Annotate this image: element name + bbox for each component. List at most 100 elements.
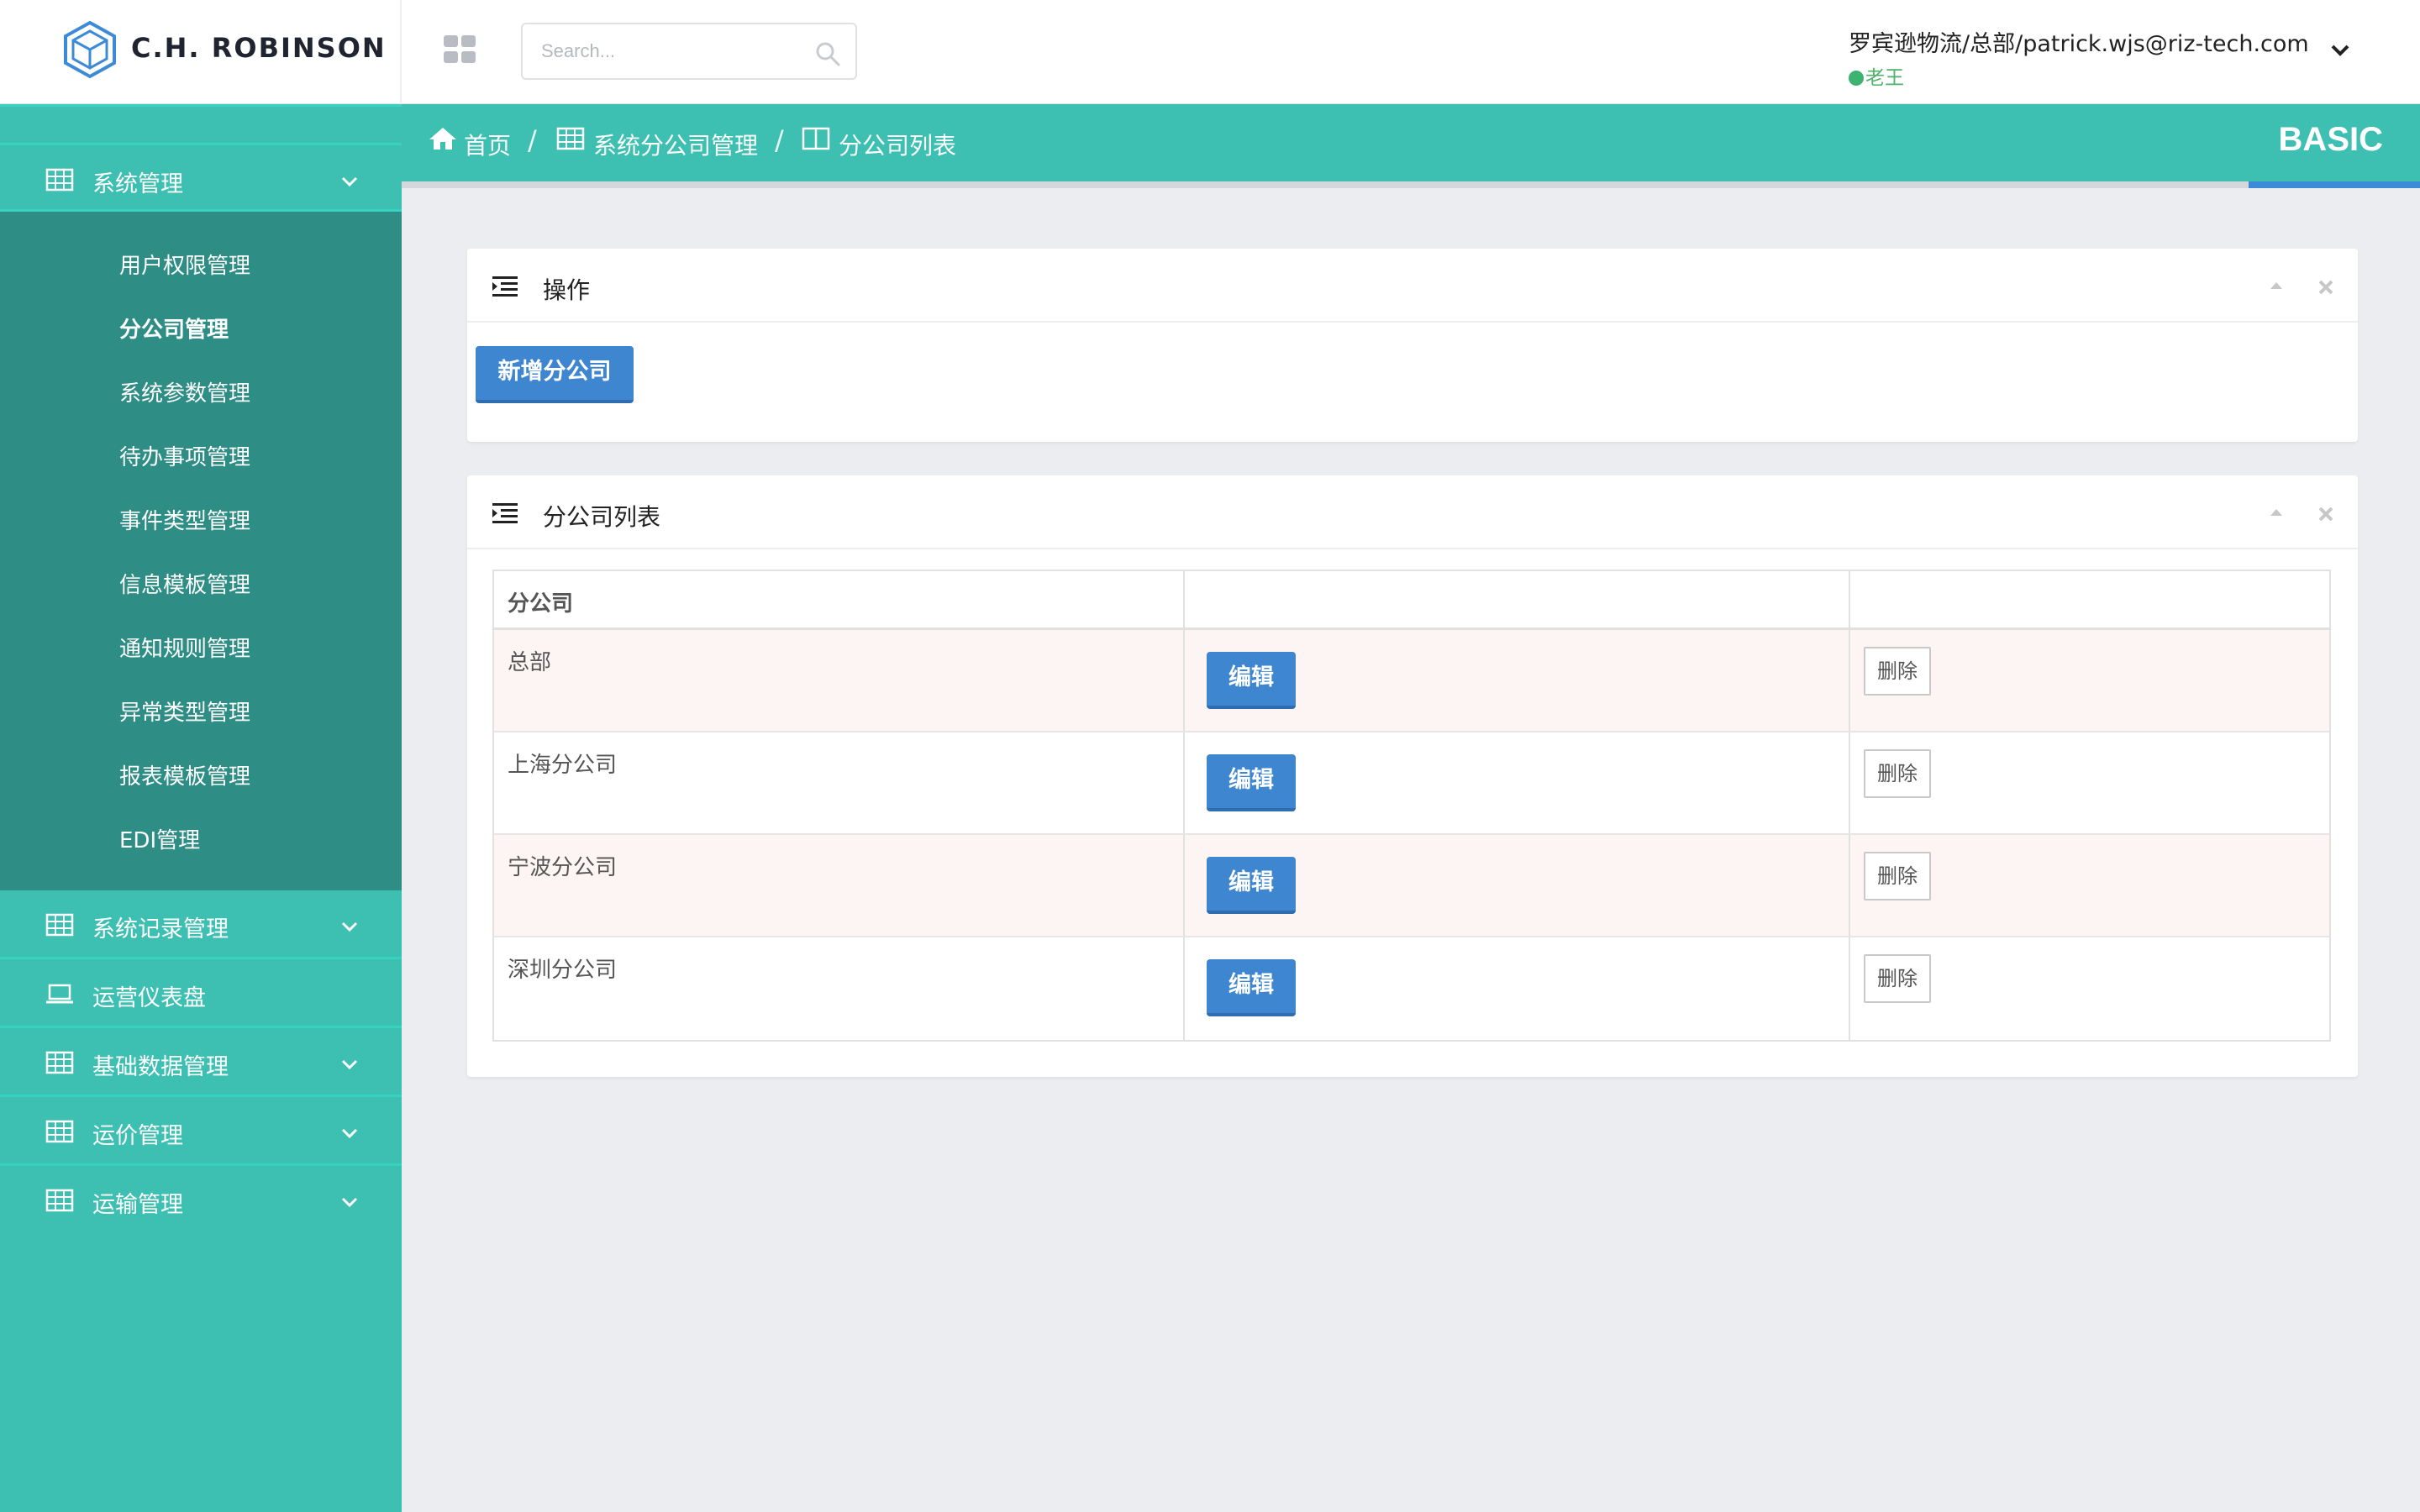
sidebar-group-label: 运输管理	[92, 1192, 183, 1218]
edit-button[interactable]: 编辑	[1207, 754, 1296, 811]
sidebar-group-operations-dashboard[interactable]: 运营仪表盘	[0, 959, 402, 1028]
user-status: 老王	[1849, 61, 2309, 90]
close-icon[interactable]	[2317, 279, 2334, 296]
table-icon	[45, 1120, 74, 1143]
indent-list-icon	[492, 503, 518, 523]
delete-button[interactable]: 删除	[1864, 647, 1931, 696]
sidebar-item-event-types[interactable]: 事件类型管理	[119, 504, 250, 535]
sidebar-item-notification-rules[interactable]: 通知规则管理	[119, 632, 250, 663]
sidebar-item-system-params[interactable]: 系统参数管理	[119, 376, 250, 407]
table-icon	[45, 168, 74, 192]
table-row: 深圳分公司 编辑 删除	[494, 937, 2329, 1040]
sidebar-group-system-management[interactable]: 系统管理	[0, 143, 402, 212]
top-header: C.H. ROBINSON 罗宾逊物流/总部/patrick.wjs@riz-t…	[0, 0, 2420, 104]
table-cell: 上海分公司	[494, 732, 1185, 833]
sidebar-submenu: 用户权限管理 分公司管理 系统参数管理 待办事项管理 事件类型管理 信息模板管理…	[0, 212, 402, 890]
chevron-down-icon	[341, 921, 358, 932]
sidebar-item-edi[interactable]: EDI管理	[119, 823, 200, 854]
branch-name: 深圳分公司	[508, 958, 618, 983]
table-icon	[45, 1189, 74, 1212]
table-cell: 宁波分公司	[494, 835, 1185, 936]
sidebar-group-label: 基础数据管理	[92, 1054, 229, 1080]
sidebar-item-branch-management[interactable]: 分公司管理	[119, 312, 229, 344]
panel-title: 分公司列表	[543, 503, 661, 531]
edition-label: BASIC	[2278, 121, 2383, 158]
table-header-row: 分公司	[494, 571, 2329, 630]
sidebar-item-todo[interactable]: 待办事项管理	[119, 440, 250, 471]
user-name: 罗宾逊物流/总部/patrick.wjs@riz-tech.com	[1849, 31, 2309, 57]
table-header-cell	[1185, 571, 1850, 627]
actions-panel: 操作 新增分公司	[467, 249, 2358, 442]
edit-button[interactable]: 编辑	[1207, 652, 1296, 709]
panel-header: 分公司列表	[467, 475, 2358, 549]
chevron-down-icon	[341, 1059, 358, 1070]
breadcrumb: 首页 / 系统分公司管理 / 分公司列表 BASIC	[402, 104, 2420, 181]
table-cell: 删除	[1850, 732, 2333, 833]
table-cell: 编辑	[1185, 630, 1850, 731]
sidebar-item-exception-types[interactable]: 异常类型管理	[119, 696, 250, 727]
search-input[interactable]	[539, 34, 817, 68]
sidebar-group-system-records[interactable]: 系统记录管理	[0, 890, 402, 959]
panel-header: 操作	[467, 249, 2358, 323]
table-row: 宁波分公司 编辑 删除	[494, 835, 2329, 937]
table-cell: 深圳分公司	[494, 937, 1185, 1040]
close-icon[interactable]	[2317, 506, 2334, 522]
sidebar-group-label: 系统记录管理	[92, 916, 229, 942]
table-cell: 删除	[1850, 835, 2333, 936]
table-header-cell	[1850, 571, 2333, 627]
chevron-down-icon	[341, 1197, 358, 1208]
sidebar-group-master-data[interactable]: 基础数据管理	[0, 1028, 402, 1097]
laptop-icon	[46, 984, 73, 1004]
sidebar-group-label: 运营仪表盘	[92, 985, 206, 1011]
sidebar-group-label: 系统管理	[92, 171, 183, 197]
breadcrumb-branch-list: 分公司列表	[839, 132, 957, 160]
sidebar-item-user-permissions[interactable]: 用户权限管理	[119, 249, 250, 280]
table-cell: 编辑	[1185, 835, 1850, 936]
column-header-branch: 分公司	[508, 591, 574, 617]
breadcrumb-underline	[402, 181, 2420, 188]
sidebar-item-message-templates[interactable]: 信息模板管理	[119, 568, 250, 599]
table-row: 上海分公司 编辑 删除	[494, 732, 2329, 835]
table-icon	[556, 127, 585, 150]
sidebar-group-label: 运价管理	[92, 1123, 183, 1149]
branch-list-panel: 分公司列表 分公司 总部 编辑 删除 上海分公司 编辑 删除 宁波分公司 编辑	[467, 475, 2358, 1077]
sidebar-group-transport[interactable]: 运输管理	[0, 1166, 402, 1235]
edition-accent-bar	[2249, 181, 2420, 188]
table-cell: 编辑	[1185, 732, 1850, 833]
apps-grid-icon[interactable]	[444, 35, 477, 64]
collapse-up-icon[interactable]	[2269, 507, 2284, 517]
brand-name: C.H. ROBINSON	[131, 32, 387, 64]
user-info[interactable]: 罗宾逊物流/总部/patrick.wjs@riz-tech.com 老王	[1849, 25, 2309, 90]
table-cell: 总部	[494, 630, 1185, 731]
chevron-down-icon[interactable]	[2329, 42, 2351, 59]
online-status-icon	[1849, 71, 1864, 86]
table-icon	[45, 913, 74, 937]
delete-button[interactable]: 删除	[1864, 749, 1931, 798]
breadcrumb-branch-management[interactable]: 系统分公司管理	[593, 128, 758, 161]
delete-button[interactable]: 删除	[1864, 852, 1931, 900]
branch-table: 分公司 总部 编辑 删除 上海分公司 编辑 删除 宁波分公司 编辑 删除 深圳分…	[492, 570, 2331, 1042]
collapse-up-icon[interactable]	[2269, 281, 2284, 291]
sidebar-group-freight-rates[interactable]: 运价管理	[0, 1097, 402, 1166]
search-icon[interactable]	[815, 41, 840, 66]
table-cell: 编辑	[1185, 937, 1850, 1040]
breadcrumb-home[interactable]: 首页	[464, 128, 511, 161]
columns-icon	[802, 127, 830, 150]
edit-button[interactable]: 编辑	[1207, 857, 1296, 914]
delete-button[interactable]: 删除	[1864, 954, 1931, 1003]
add-branch-button[interactable]: 新增分公司	[476, 346, 634, 403]
brand-logo[interactable]: C.H. ROBINSON	[0, 0, 402, 104]
breadcrumb-separator: /	[775, 124, 784, 156]
sidebar-menu: 系统管理 用户权限管理 分公司管理 系统参数管理 待办事项管理 事件类型管理 信…	[0, 143, 402, 1235]
table-cell: 删除	[1850, 937, 2333, 1040]
search-box	[521, 23, 857, 80]
table-cell: 删除	[1850, 630, 2333, 731]
sidebar-item-report-templates[interactable]: 报表模板管理	[119, 759, 250, 790]
panel-title: 操作	[543, 276, 591, 304]
breadcrumb-separator: /	[528, 124, 537, 156]
branch-name: 宁波分公司	[508, 855, 618, 880]
branch-name: 总部	[508, 650, 552, 675]
chevron-down-icon	[341, 1128, 358, 1139]
table-row: 总部 编辑 删除	[494, 630, 2329, 732]
edit-button[interactable]: 编辑	[1207, 959, 1296, 1016]
